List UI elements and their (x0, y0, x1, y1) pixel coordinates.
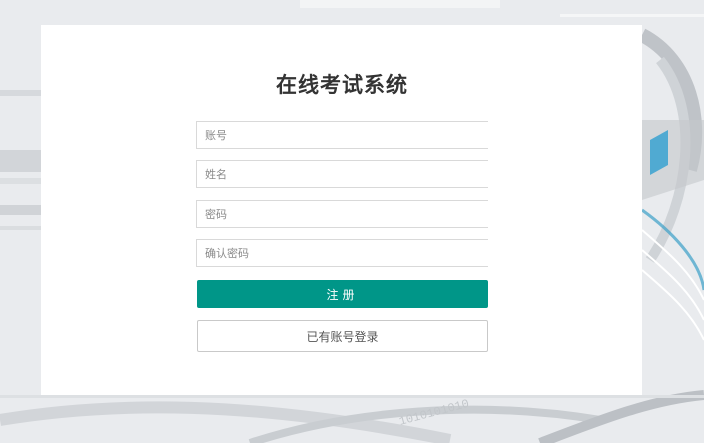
name-input[interactable] (196, 160, 488, 188)
password-input[interactable] (196, 200, 488, 228)
account-input[interactable] (196, 121, 488, 149)
confirm-password-input[interactable] (196, 239, 488, 267)
register-button[interactable]: 注册 (197, 280, 488, 308)
page-title: 在线考试系统 (276, 73, 408, 97)
login-link-button[interactable]: 已有账号登录 (197, 320, 488, 352)
